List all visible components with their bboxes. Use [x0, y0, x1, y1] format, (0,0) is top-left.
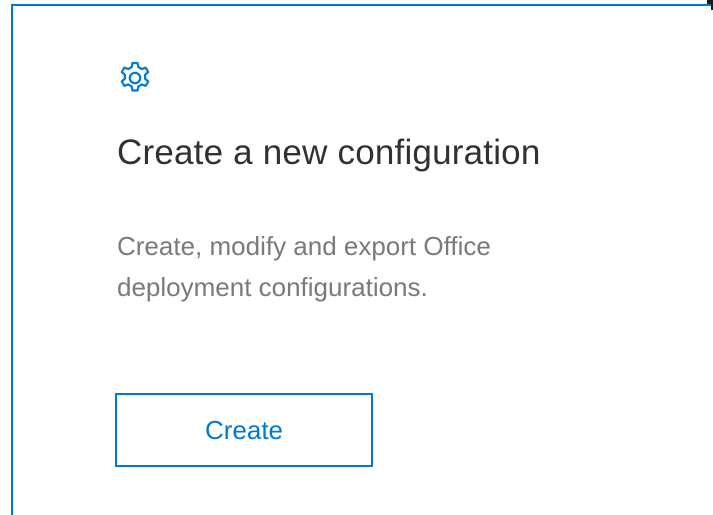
page: Create a new configuration Create, modif… — [0, 0, 713, 515]
card-title: Create a new configuration — [117, 133, 541, 172]
create-configuration-card: Create a new configuration Create, modif… — [11, 4, 711, 515]
card-description: Create, modify and export Office deploym… — [117, 231, 491, 302]
create-button[interactable]: Create — [115, 393, 373, 467]
gear-icon — [120, 61, 150, 92]
